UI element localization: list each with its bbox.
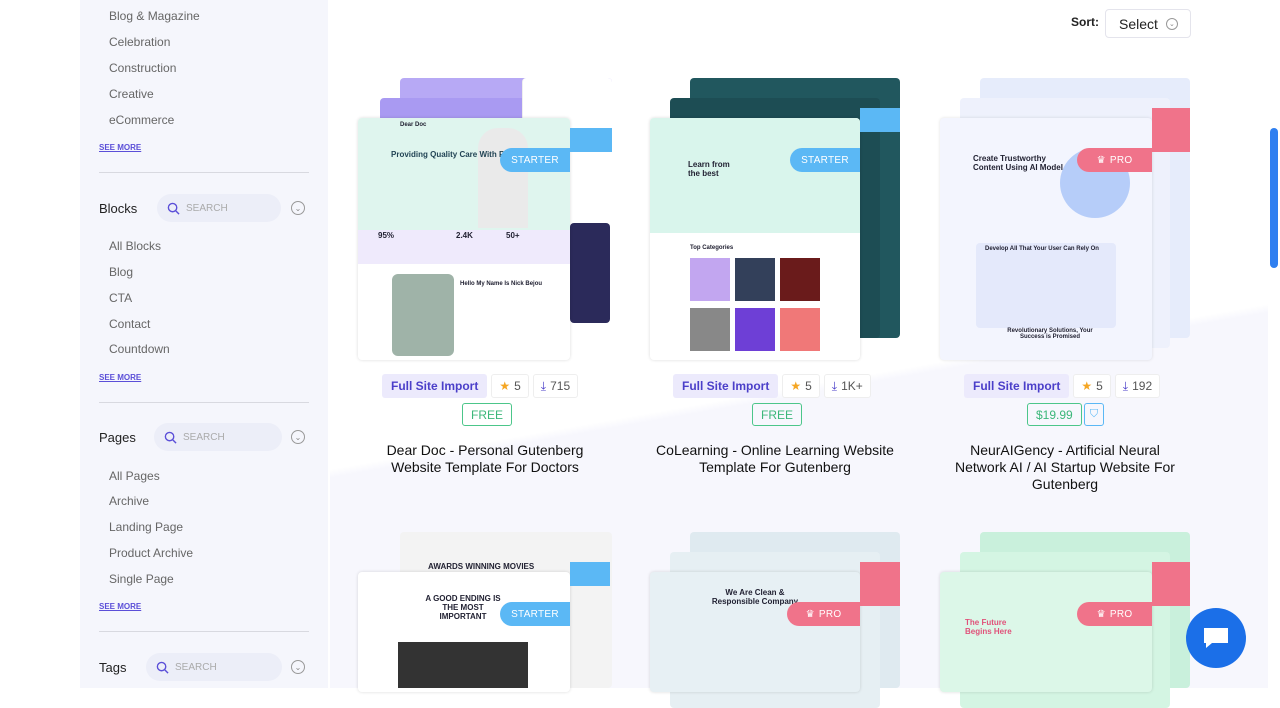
price-tag: FREE [752, 403, 803, 426]
downloads: ⤓ 192 [1114, 374, 1161, 398]
pro-badge: ♛ PRO [1077, 148, 1152, 172]
block-item[interactable]: Countdown [109, 342, 170, 356]
search-icon [164, 431, 177, 444]
template-card-cleaning[interactable]: We Are Clean & Responsible Company ♛ PRO [650, 532, 904, 708]
star-icon: ★ [1081, 379, 1093, 393]
tags-heading: Tags [99, 660, 127, 675]
template-title[interactable]: CoLearning - Online Learning Website Tem… [655, 442, 895, 476]
see-more-categories[interactable]: SEE MORE [99, 143, 141, 152]
search-icon [167, 202, 180, 215]
crown-icon: ♛ [1096, 154, 1106, 166]
crown-icon: ♛ [805, 608, 815, 620]
search-icon [156, 661, 169, 674]
template-title[interactable]: Dear Doc - Personal Gutenberg Website Te… [365, 442, 605, 476]
star-icon: ★ [790, 379, 802, 393]
block-item[interactable]: All Blocks [109, 239, 161, 253]
scrollbar-thumb[interactable] [1270, 128, 1278, 268]
starter-badge: STARTER [500, 602, 570, 626]
starter-badge: STARTER [790, 148, 860, 172]
category-celebration[interactable]: Celebration [109, 35, 170, 49]
filter-sidebar: Blog & Magazine Celebration Construction… [80, 0, 328, 688]
starter-badge: STARTER [500, 148, 570, 172]
download-icon: ⤓ [1122, 378, 1129, 393]
pro-badge: ♛ PRO [1077, 602, 1152, 626]
template-card-dear-doc[interactable]: Providing Quality Care With Patient Dear… [358, 78, 612, 360]
card-meta: Full Site Import ★ 5 ⤓ 715 [382, 374, 579, 398]
chevron-down-icon: ⌄ [1165, 17, 1178, 30]
chevron-down-icon[interactable]: ⌄ [291, 201, 305, 215]
divider [99, 172, 309, 173]
cart-icon[interactable]: ⛉ [1084, 403, 1104, 426]
blocks-search-input[interactable]: SEARCH [157, 194, 281, 222]
template-card-colearning[interactable]: Learn from the best Top Categories START… [650, 78, 904, 360]
price-tag: FREE [462, 403, 513, 426]
price-tag: $19.99 [1027, 403, 1082, 426]
download-icon: ⤓ [540, 378, 547, 393]
see-more-pages[interactable]: SEE MORE [99, 602, 141, 611]
block-item[interactable]: Contact [109, 317, 150, 331]
full-site-import-tag[interactable]: Full Site Import [382, 374, 488, 398]
chevron-down-icon[interactable]: ⌄ [291, 660, 305, 674]
card-meta: Full Site Import ★ 5 ⤓ 1K+ [673, 374, 871, 398]
download-icon: ⤓ [831, 378, 838, 393]
tags-search-input[interactable]: SEARCH [146, 653, 282, 681]
template-card-future[interactable]: The Future Begins Here ♛ PRO [940, 532, 1194, 708]
page-item[interactable]: Landing Page [109, 520, 183, 534]
page-item[interactable]: Archive [109, 494, 149, 508]
see-more-blocks[interactable]: SEE MORE [99, 373, 141, 382]
chat-icon [1204, 628, 1228, 648]
downloads: ⤓ 1K+ [823, 374, 871, 398]
page-item[interactable]: Product Archive [109, 546, 193, 560]
card-meta: Full Site Import ★ 5 ⤓ 192 [964, 374, 1161, 398]
category-blog-magazine[interactable]: Blog & Magazine [109, 9, 200, 23]
pages-heading: Pages [99, 430, 136, 445]
sort-select[interactable]: Select ⌄ [1105, 9, 1191, 38]
template-title[interactable]: NeurAIGency - Artificial Neural Network … [945, 442, 1185, 493]
page-item[interactable]: All Pages [109, 469, 160, 483]
chat-button[interactable] [1186, 608, 1246, 668]
page-item[interactable]: Single Page [109, 572, 174, 586]
template-card-movies[interactable]: AWARDS WINNING MOVIES A GOOD ENDING IS T… [358, 532, 612, 692]
category-creative[interactable]: Creative [109, 87, 154, 101]
rating: ★ 5 [491, 374, 529, 398]
block-item[interactable]: Blog [109, 265, 133, 279]
template-card-neuraigency[interactable]: Create Trustworthy Content Using AI Mode… [940, 78, 1194, 360]
full-site-import-tag[interactable]: Full Site Import [673, 374, 779, 398]
divider [99, 402, 309, 403]
star-icon: ★ [499, 379, 511, 393]
pages-search-input[interactable]: SEARCH [154, 423, 282, 451]
category-ecommerce[interactable]: eCommerce [109, 113, 174, 127]
rating: ★ 5 [782, 374, 820, 398]
block-item[interactable]: CTA [109, 291, 132, 305]
divider [99, 631, 309, 632]
pro-badge: ♛ PRO [787, 602, 860, 626]
blocks-heading: Blocks [99, 201, 138, 216]
sort-label: Sort: [1071, 15, 1099, 29]
crown-icon: ♛ [1096, 608, 1106, 620]
full-site-import-tag[interactable]: Full Site Import [964, 374, 1070, 398]
chevron-down-icon[interactable]: ⌄ [291, 430, 305, 444]
rating: ★ 5 [1073, 374, 1111, 398]
category-construction[interactable]: Construction [109, 61, 176, 75]
downloads: ⤓ 715 [532, 374, 579, 398]
